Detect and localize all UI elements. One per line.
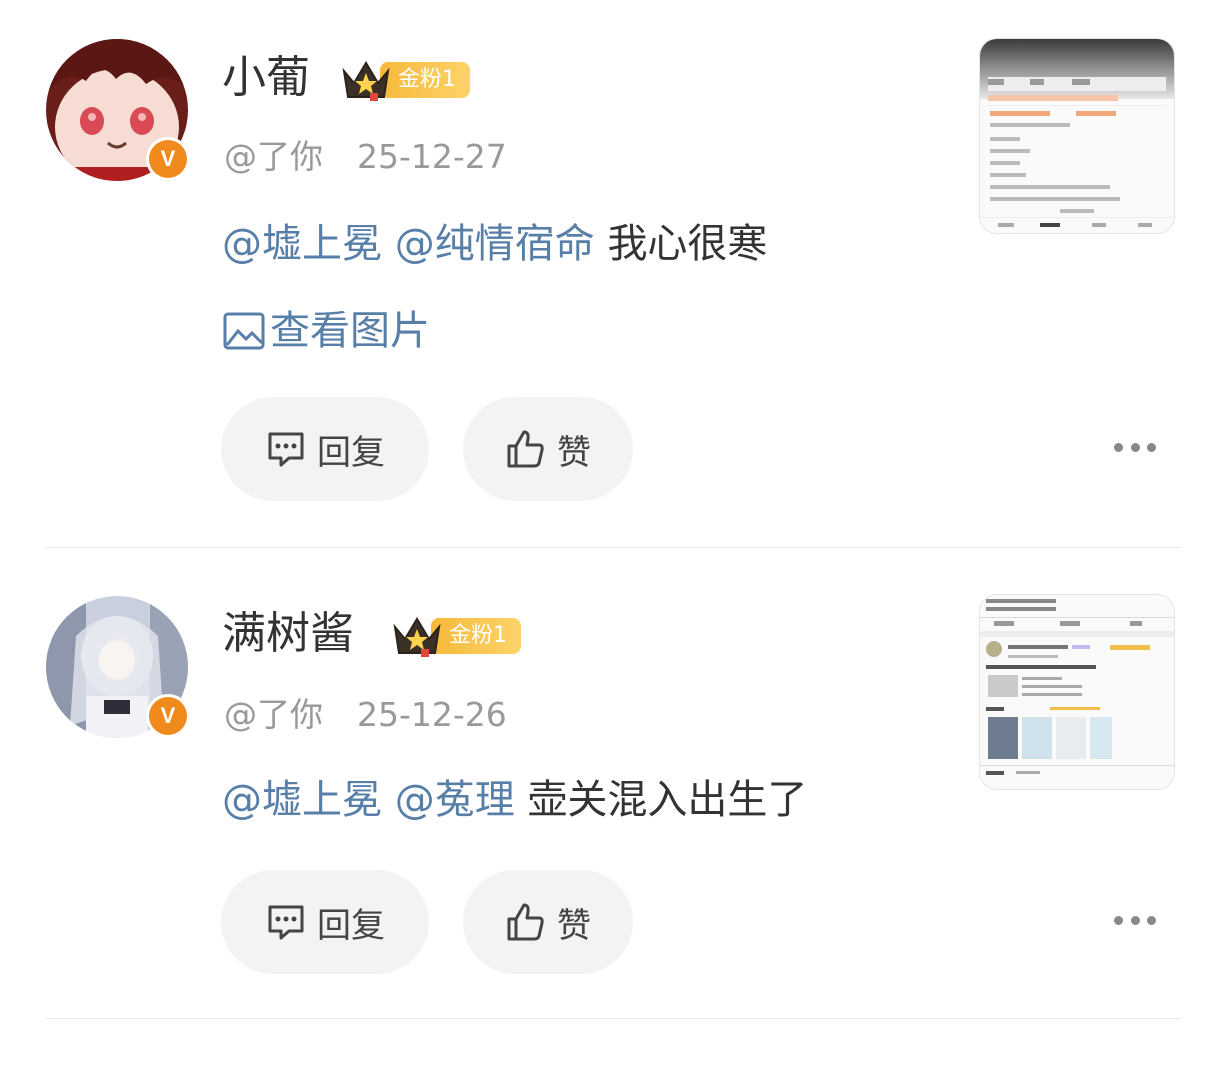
verified-badge-icon: V — [146, 137, 190, 181]
more-options-icon[interactable] — [1114, 440, 1156, 454]
reply-label: 回复 — [317, 432, 385, 473]
thumbs-up-icon — [507, 903, 544, 941]
view-image-link[interactable]: 查看图片 — [222, 303, 430, 359]
divider — [46, 547, 1180, 548]
fan-badge-label: 金粉1 — [431, 618, 521, 654]
fan-badge: 金粉1 — [391, 614, 521, 658]
reply-label: 回复 — [317, 905, 385, 946]
fan-badge-label: 金粉1 — [380, 62, 470, 98]
verified-badge-icon: V — [146, 694, 190, 738]
mention-link[interactable]: @菟理 — [395, 777, 515, 823]
image-icon — [223, 312, 265, 350]
comment-text: @墟上冕 @纯情宿命 我心很寒 — [222, 216, 767, 272]
mention-link[interactable]: @墟上冕 — [222, 777, 382, 823]
comment-icon — [268, 432, 304, 467]
username[interactable]: 满树酱 — [222, 604, 354, 664]
like-label: 赞 — [557, 905, 591, 946]
handle: @了你 — [224, 695, 323, 734]
crown-icon — [342, 61, 390, 101]
mention-link[interactable]: @纯情宿命 — [395, 221, 595, 267]
mention-link[interactable]: @墟上冕 — [222, 221, 382, 267]
comment-date: 25-12-26 — [357, 695, 507, 734]
fan-badge: 金粉1 — [340, 58, 470, 102]
post-screenshot-image — [980, 595, 1174, 789]
comment-body: 我心很寒 — [607, 221, 768, 267]
comment-item: V 小葡 金粉1 @了你 25-12-27 @墟上冕 @纯情宿命 我心很寒 查看图… — [0, 26, 1220, 556]
reply-button[interactable]: 回复 — [221, 397, 429, 501]
more-options-icon[interactable] — [1114, 913, 1156, 927]
like-button[interactable]: 赞 — [463, 397, 633, 501]
divider — [46, 1018, 1180, 1019]
comment-date: 25-12-27 — [357, 137, 507, 176]
attached-image-thumbnail[interactable] — [979, 38, 1175, 234]
username[interactable]: 小葡 — [222, 48, 310, 108]
comment-meta: @了你 25-12-27 — [224, 130, 507, 178]
like-label: 赞 — [557, 432, 591, 473]
comment-meta: @了你 25-12-26 — [224, 688, 507, 736]
comment-text: @墟上冕 @菟理 壶关混入出生了 — [222, 772, 807, 828]
crown-icon — [393, 617, 441, 657]
comment-body: 壶关混入出生了 — [527, 777, 808, 823]
profile-screenshot-image — [980, 39, 1174, 233]
attached-image-thumbnail[interactable] — [979, 594, 1175, 790]
view-image-label: 查看图片 — [270, 308, 430, 354]
comment-icon — [268, 905, 304, 940]
thumbs-up-icon — [507, 430, 544, 468]
reply-button[interactable]: 回复 — [221, 870, 429, 974]
comment-item: V 满树酱 金粉1 @了你 25-12-26 @墟上冕 @菟理 壶关混入出生了 回… — [0, 556, 1220, 1086]
like-button[interactable]: 赞 — [463, 870, 633, 974]
handle: @了你 — [224, 137, 323, 176]
